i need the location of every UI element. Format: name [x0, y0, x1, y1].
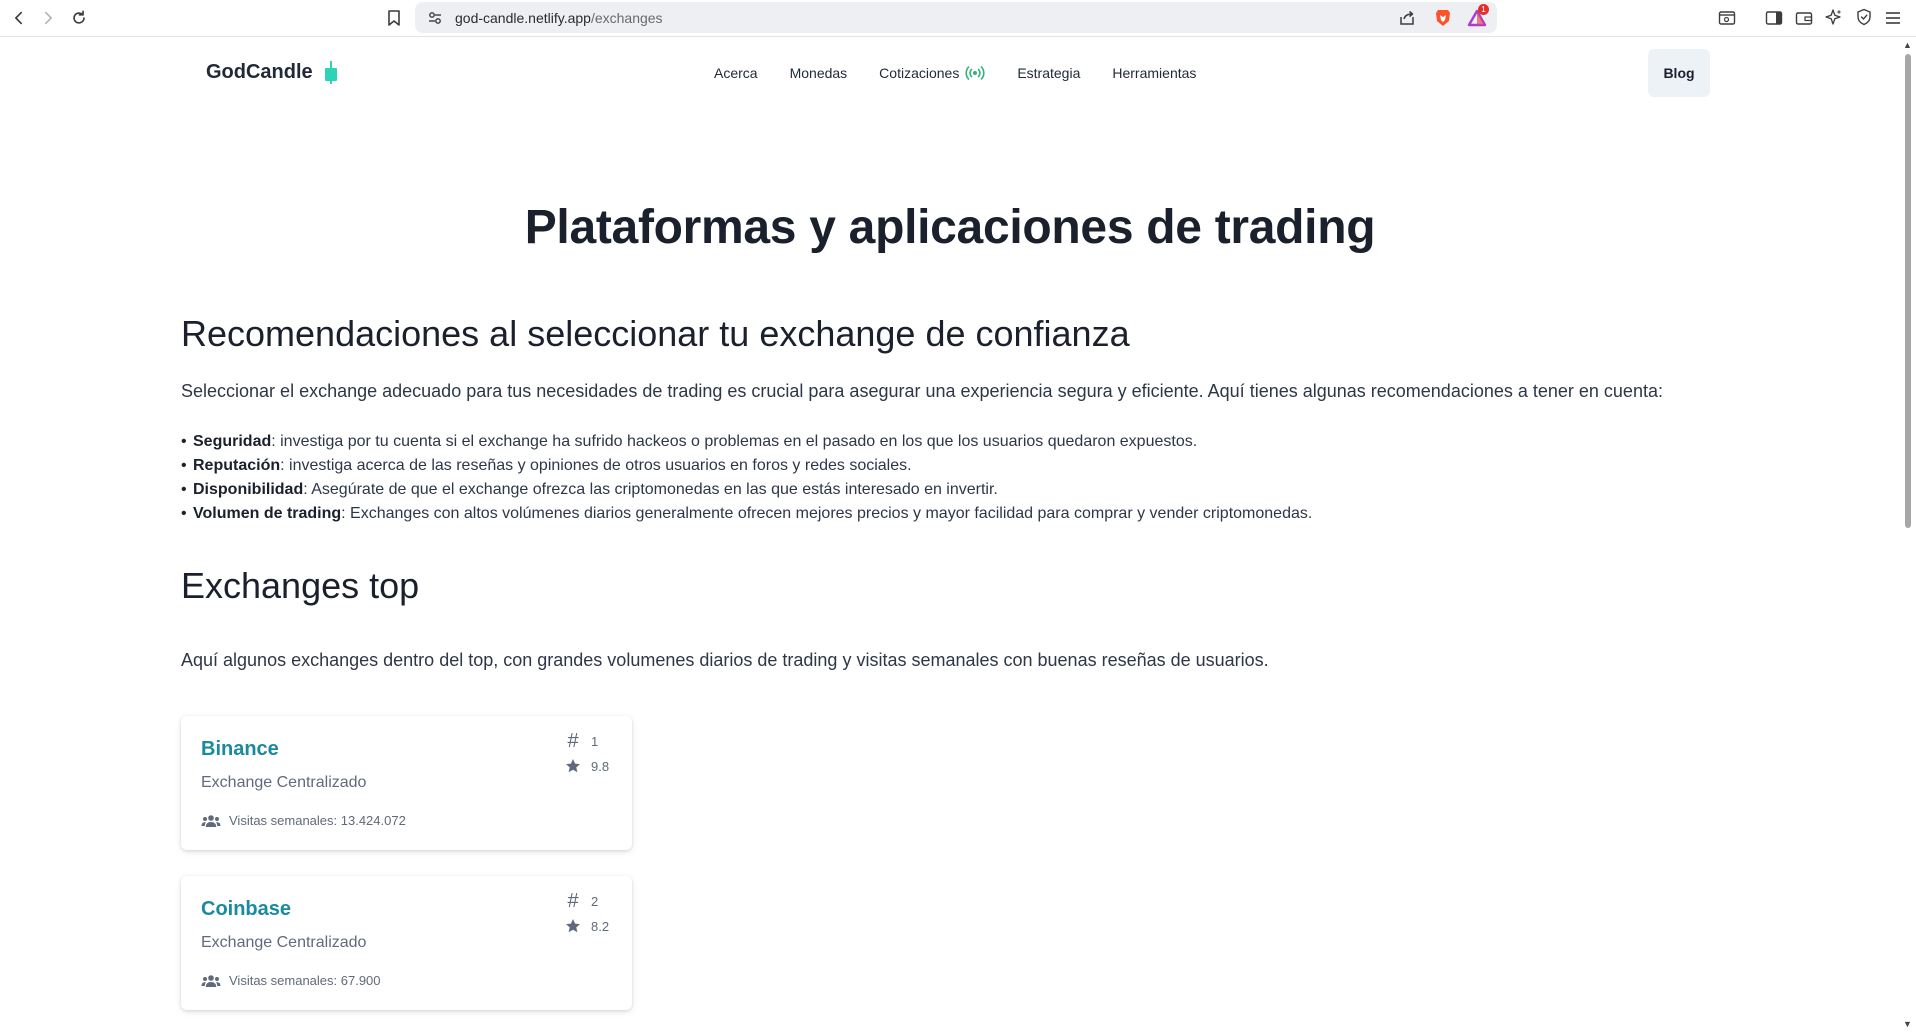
sidebar-toggle-button[interactable] [1764, 8, 1784, 28]
brave-rewards-button[interactable]: 1 [1466, 4, 1489, 29]
main-menu-button[interactable] [1883, 8, 1903, 28]
users-group-icon [201, 814, 221, 827]
list-item-term: Seguridad [193, 433, 272, 450]
list-item: Reputación: investiga acerca de las rese… [181, 454, 1312, 478]
exchange-name-link[interactable]: Coinbase [201, 898, 291, 921]
url-host: god-candle.netlify.app [455, 10, 591, 26]
visits-text: Visitas semanales: 13.424.072 [229, 813, 406, 828]
exchange-card-binance[interactable]: Binance Exchange Centralizado Visitas se… [181, 716, 632, 850]
nav-label: Cotizaciones [879, 65, 960, 81]
rank-value: 2 [591, 894, 599, 909]
blog-button[interactable]: Blog [1648, 49, 1710, 97]
main-nav: Acerca Monedas Cotizaciones Estrategia H… [714, 65, 1196, 81]
exchanges-top-heading: Exchanges top [181, 565, 420, 606]
hash-icon: # [567, 730, 579, 752]
nav-item-monedas[interactable]: Monedas [790, 65, 848, 81]
url-text[interactable]: god-candle.netlify.app/exchanges [455, 10, 663, 26]
list-item-text: : Asegúrate de que el exchange ofrezca l… [303, 481, 998, 498]
rank-value: 1 [591, 734, 599, 749]
users-group-icon [201, 974, 221, 987]
visits-text: Visitas semanales: 67.900 [229, 973, 381, 988]
wallet-button[interactable] [1794, 8, 1814, 28]
exchange-card-coinbase[interactable]: Coinbase Exchange Centralizado Visitas s… [181, 876, 632, 1010]
nav-item-herramientas[interactable]: Herramientas [1112, 65, 1196, 81]
url-path: /exchanges [590, 10, 663, 26]
forward-arrow-icon [44, 11, 52, 25]
nav-label: Acerca [714, 65, 758, 81]
exchange-type: Exchange Centralizado [201, 774, 367, 791]
wallet-icon [1795, 12, 1813, 25]
sidebar-icon [1765, 11, 1783, 25]
hamburger-menu-icon [1886, 12, 1900, 24]
nav-item-estrategia[interactable]: Estrategia [1017, 65, 1080, 81]
scrollbar-thumb[interactable] [1905, 54, 1911, 528]
exchange-score: 8.2 [565, 918, 609, 934]
reload-button[interactable] [66, 5, 92, 31]
list-item-term: Volumen de trading [193, 505, 342, 522]
recommendations-list: Seguridad: investiga por tu cuenta si el… [181, 430, 1313, 526]
nav-item-acerca[interactable]: Acerca [714, 65, 758, 81]
exchange-name-link[interactable]: Binance [201, 738, 279, 761]
list-item: Seguridad: investiga por tu cuenta si el… [181, 430, 1312, 454]
shield-icon [1857, 8, 1871, 26]
notification-badge: 1 [1478, 4, 1489, 15]
scroll-up-arrow-icon[interactable]: ▲ [1903, 40, 1912, 50]
star-icon [566, 919, 580, 933]
score-value: 9.8 [591, 758, 610, 774]
list-item-text: : Exchanges con altos volúmenes diarios … [341, 505, 1313, 522]
exchange-type: Exchange Centralizado [201, 934, 367, 951]
leo-ai-button[interactable] [1824, 7, 1844, 27]
exchange-visits: Visitas semanales: 67.900 [201, 973, 381, 988]
hash-icon: # [567, 890, 579, 912]
share-icon [1400, 10, 1414, 25]
address-bar[interactable]: god-candle.netlify.app/exchanges 1 [415, 2, 1497, 33]
star-icon [566, 759, 580, 773]
exchange-score: 9.8 [565, 758, 609, 774]
exchange-visits: Visitas semanales: 13.424.072 [201, 813, 406, 828]
recommendations-intro: Seleccionar el exchange adecuado para tu… [181, 381, 1663, 401]
exchanges-top-intro: Aquí algunos exchanges dentro del top, c… [181, 650, 1269, 670]
bookmark-button[interactable] [384, 8, 404, 28]
sparkle-icon [1825, 9, 1842, 25]
live-broadcast-icon [965, 66, 985, 80]
site-settings-icon[interactable] [426, 9, 444, 27]
brave-shields-button[interactable] [1433, 7, 1453, 29]
brand-name: GodCandle [206, 60, 313, 83]
list-item-term: Reputación [193, 457, 281, 474]
share-button[interactable] [1397, 8, 1417, 28]
bookmark-icon [388, 10, 400, 26]
brand-logo-link[interactable]: GodCandle [206, 60, 339, 84]
exchange-rank: # 2 [565, 890, 598, 913]
recommendations-heading: Recomendaciones al seleccionar tu exchan… [181, 313, 1130, 354]
back-arrow-icon [15, 11, 23, 25]
page-title: Plataformas y aplicaciones de trading [524, 201, 1376, 254]
nav-label: Herramientas [1112, 65, 1197, 81]
list-item-text: : investiga acerca de las reseñas y opin… [280, 457, 912, 474]
browser-toolbar: god-candle.netlify.app/exchanges 1 [0, 0, 1916, 37]
list-item: Volumen de trading: Exchanges con altos … [181, 502, 1313, 526]
forward-button[interactable] [35, 5, 61, 31]
reload-icon [73, 10, 85, 24]
list-item: Disponibilidad: Asegúrate de que el exch… [181, 478, 1312, 502]
site-header: GodCandle Acerca Monedas Cotizaciones Es… [0, 38, 1900, 108]
list-item-text: : investiga por tu cuenta si el exchange… [271, 433, 1198, 450]
tab-search-icon [1718, 11, 1736, 25]
exchange-rank: # 1 [565, 730, 598, 753]
vpn-button[interactable] [1854, 7, 1874, 27]
tab-search-button[interactable] [1717, 8, 1737, 28]
brave-lion-icon [1436, 10, 1450, 26]
nav-item-cotizaciones[interactable]: Cotizaciones [879, 65, 985, 81]
nav-label: Estrategia [1017, 65, 1081, 81]
candle-icon [324, 61, 337, 84]
scroll-down-arrow-icon[interactable]: ▼ [1903, 1019, 1912, 1029]
back-button[interactable] [6, 5, 32, 31]
nav-label: Monedas [789, 65, 848, 81]
list-item-term: Disponibilidad [193, 481, 304, 498]
score-value: 8.2 [591, 918, 610, 934]
